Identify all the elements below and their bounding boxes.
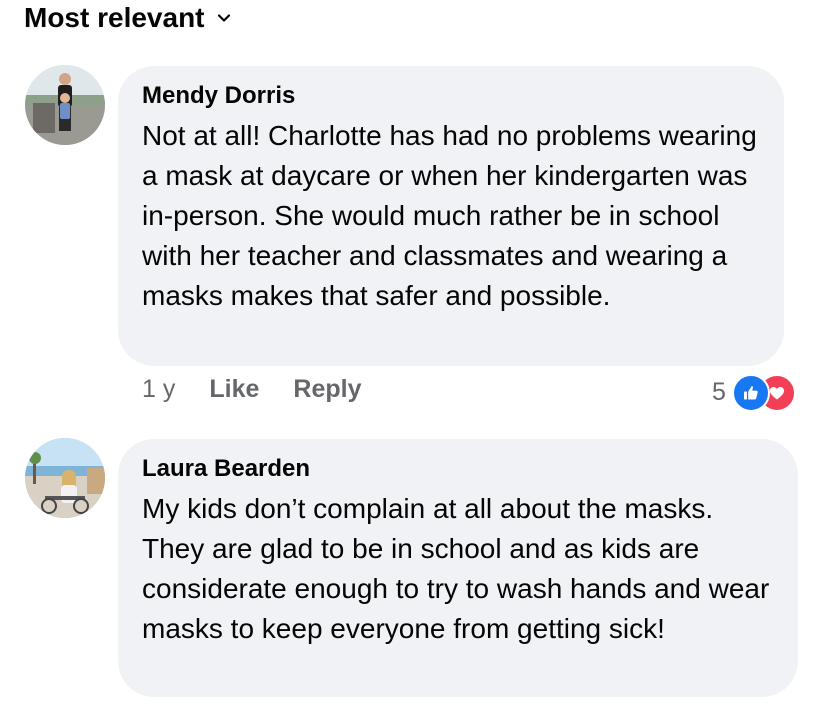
reply-button[interactable]: Reply	[293, 375, 361, 404]
sort-dropdown[interactable]: Most relevant	[24, 2, 231, 34]
comment-author[interactable]: Mendy Dorris	[142, 82, 760, 110]
comment-text: My kids don’t complain at all about the …	[142, 493, 770, 644]
comment-bubble: Laura Bearden My kids don’t complain at …	[118, 439, 798, 697]
sort-label: Most relevant	[24, 2, 205, 33]
avatar[interactable]	[25, 438, 105, 518]
comment-author[interactable]: Laura Bearden	[142, 455, 774, 483]
avatar[interactable]	[25, 65, 105, 145]
reaction-count: 5	[712, 377, 726, 406]
like-button[interactable]: Like	[209, 375, 259, 404]
comment-timestamp[interactable]: 1 y	[142, 375, 175, 404]
comments-panel: Most relevant Mendy Dorris Not at all! C…	[0, 0, 828, 704]
comment-text: Not at all! Charlotte has had no problem…	[142, 120, 757, 311]
chevron-down-icon	[217, 14, 230, 22]
like-icon	[731, 374, 770, 412]
comment-actions: 1 y Like Reply	[142, 375, 395, 404]
comment-bubble: Mendy Dorris Not at all! Charlotte has h…	[118, 66, 784, 366]
reaction-summary[interactable]: 5	[712, 374, 800, 412]
